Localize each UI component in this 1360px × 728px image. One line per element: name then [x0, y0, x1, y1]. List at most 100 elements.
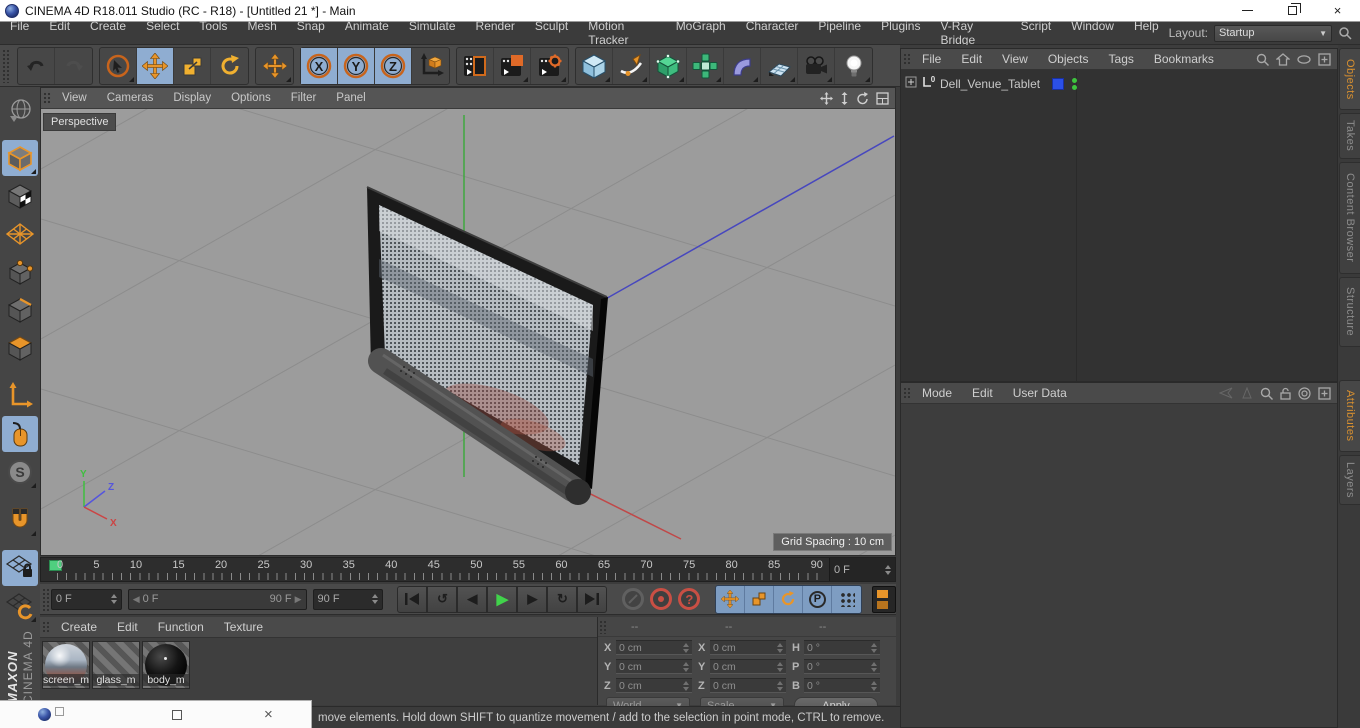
make-editable-button[interactable]: [2, 92, 38, 128]
spinner-arrows-icon[interactable]: [683, 661, 689, 672]
menubar-item[interactable]: Pipeline: [808, 19, 871, 47]
add-mograph-cloner-button[interactable]: [687, 47, 724, 84]
spinner-arrows-icon[interactable]: [372, 594, 379, 604]
restore-button[interactable]: [172, 709, 182, 720]
menubar-item[interactable]: Tools: [189, 19, 237, 47]
add-deformer-button[interactable]: [724, 47, 761, 84]
null-object-icon[interactable]: 0: [921, 75, 936, 94]
viewport-menu-item[interactable]: Display: [163, 92, 221, 104]
menubar-item[interactable]: Window: [1061, 19, 1124, 47]
object-manager-menu-item[interactable]: View: [992, 52, 1038, 66]
spinner-arrows-icon[interactable]: [777, 642, 783, 653]
go-to-end-button[interactable]: [577, 585, 608, 613]
view-label[interactable]: Perspective: [43, 113, 117, 131]
texture-mode-button[interactable]: [2, 178, 38, 214]
current-frame-field[interactable]: 0 F: [50, 588, 122, 610]
material-menu-item[interactable]: Edit: [107, 620, 148, 634]
layout-dropdown[interactable]: Startup ▼: [1214, 24, 1332, 42]
timeline-ruler[interactable]: 0 5 10 15 20 25 30 35 40 45 50 55 60 65 70 75 80 85 90 0 F: [40, 557, 896, 582]
menubar-item[interactable]: Sculpt: [525, 19, 578, 47]
material-body[interactable]: body_m: [142, 641, 190, 689]
menubar-item[interactable]: Edit: [39, 19, 80, 47]
viewport-menu-item[interactable]: View: [52, 92, 97, 104]
search-icon[interactable]: [1260, 387, 1273, 400]
minimized-window-titlebar[interactable]: ×: [0, 700, 312, 728]
live-selection-button[interactable]: [100, 47, 137, 84]
viewport-menu-item[interactable]: Cameras: [97, 92, 164, 104]
viewport-menu-item[interactable]: Panel: [326, 92, 375, 104]
workplane-mode-button[interactable]: [2, 216, 38, 252]
coordinate-field[interactable]: 0 °: [804, 659, 880, 674]
attribute-manager-menu-item[interactable]: User Data: [1003, 386, 1077, 400]
3d-scene[interactable]: Y Z X: [41, 109, 895, 555]
pan-view-icon[interactable]: [820, 91, 833, 105]
add-spline-button[interactable]: [613, 47, 650, 84]
menubar-item[interactable]: Help: [1124, 19, 1169, 47]
expand-icon[interactable]: [905, 75, 917, 93]
search-commander-icon[interactable]: [1338, 26, 1352, 40]
menubar-item[interactable]: Character: [736, 19, 809, 47]
spinner-arrows-icon[interactable]: [871, 661, 877, 672]
render-picture-viewer-button[interactable]: [494, 47, 531, 84]
coordinate-field[interactable]: 0 °: [804, 640, 880, 655]
attribute-manager-menu-item[interactable]: Mode: [912, 386, 962, 400]
object-manager-menu-item[interactable]: Objects: [1038, 52, 1099, 66]
go-to-start-button[interactable]: [397, 585, 428, 613]
add-panel-icon[interactable]: [1318, 52, 1331, 66]
coordinate-field[interactable]: 0 cm: [616, 678, 692, 693]
material-menu-item[interactable]: Function: [148, 620, 214, 634]
material-grip[interactable]: [41, 620, 50, 634]
key-position-button[interactable]: [716, 585, 746, 613]
undo-button[interactable]: [18, 47, 55, 84]
filter-eye-icon[interactable]: [1297, 54, 1311, 64]
play-sound-button[interactable]: [622, 588, 645, 610]
menubar-item[interactable]: V-Ray Bridge: [930, 19, 1010, 47]
previous-key-button[interactable]: ↺: [427, 585, 458, 613]
menubar-item[interactable]: Render: [466, 19, 525, 47]
scale-tool-button[interactable]: [174, 47, 211, 84]
end-frame-field[interactable]: 90 F: [312, 588, 384, 610]
key-rotation-button[interactable]: [774, 585, 804, 613]
side-tab-takes[interactable]: Takes: [1339, 113, 1360, 159]
material-menu-item[interactable]: Texture: [214, 620, 273, 634]
object-manager-grip[interactable]: [902, 52, 911, 66]
object-manager-menu-item[interactable]: Bookmarks: [1144, 52, 1224, 66]
close-button[interactable]: ×: [1315, 0, 1360, 21]
menubar-item[interactable]: Animate: [335, 19, 399, 47]
render-view-button[interactable]: [457, 47, 494, 84]
polygons-mode-button[interactable]: [2, 330, 38, 366]
snap-settings-button[interactable]: S: [2, 454, 38, 490]
play-button[interactable]: ▶: [487, 585, 518, 613]
keyframe-selection-button[interactable]: ?: [678, 588, 701, 610]
close-button[interactable]: ×: [264, 706, 273, 723]
object-manager-menu-item[interactable]: Edit: [951, 52, 992, 66]
perspective-viewport[interactable]: View Cameras Display Options Filter Panel: [40, 87, 896, 556]
menubar-item[interactable]: Mesh: [237, 19, 286, 47]
toggle-view-icon[interactable]: [876, 91, 889, 105]
history-back-icon[interactable]: [1218, 387, 1234, 399]
timeline-window-button[interactable]: [872, 585, 896, 613]
search-icon[interactable]: [1256, 53, 1269, 66]
object-row-dell-venue-tablet[interactable]: 0 Dell_Venue_Tablet: [905, 75, 1078, 94]
spinner-arrows-icon[interactable]: [885, 564, 891, 575]
lock-x-axis-button[interactable]: X: [301, 47, 338, 84]
enable-snap-button[interactable]: [2, 502, 38, 538]
layer-color-chip[interactable]: [1052, 78, 1065, 90]
coordinate-field[interactable]: 0 cm: [616, 640, 692, 655]
model-mode-button[interactable]: [2, 140, 38, 176]
lock-y-axis-button[interactable]: Y: [338, 47, 375, 84]
material-menu-item[interactable]: Create: [51, 620, 107, 634]
restore-button[interactable]: [1270, 0, 1315, 21]
next-frame-button[interactable]: ▶: [517, 585, 548, 613]
add-cube-button[interactable]: [576, 47, 613, 84]
next-key-button[interactable]: ↻: [547, 585, 578, 613]
edges-mode-button[interactable]: [2, 292, 38, 328]
timeline-frame-field[interactable]: 0 F: [829, 558, 895, 581]
viewport-solo-button[interactable]: [2, 416, 38, 452]
side-tab-content-browser[interactable]: Content Browser: [1339, 162, 1360, 274]
path-up-icon[interactable]: [1276, 52, 1290, 66]
coordinate-field[interactable]: 0 °: [804, 678, 880, 693]
coordinate-field[interactable]: 0 cm: [710, 640, 786, 655]
menubar-item[interactable]: Create: [80, 19, 136, 47]
zoom-view-icon[interactable]: [840, 91, 849, 105]
